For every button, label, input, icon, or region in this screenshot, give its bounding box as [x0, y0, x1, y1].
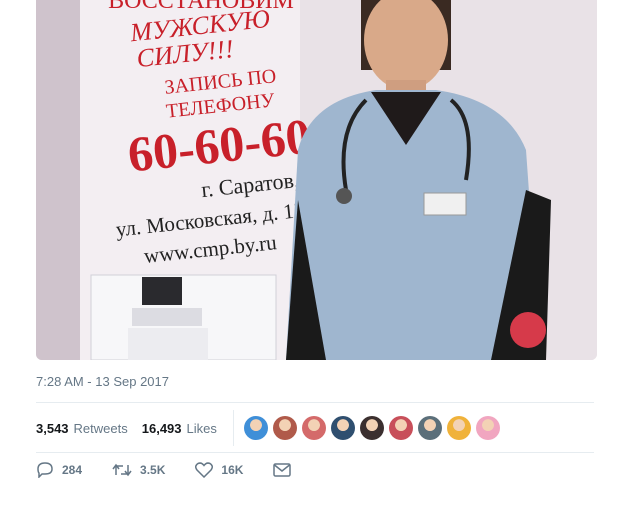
liker-avatar[interactable]	[388, 416, 413, 440]
envelope-icon	[273, 463, 292, 477]
liker-avatar[interactable]	[330, 416, 355, 440]
retweet-count: 3.5K	[140, 463, 166, 477]
liker-avatar[interactable]	[272, 416, 297, 440]
reply-icon	[37, 462, 53, 478]
liker-avatar[interactable]	[446, 416, 471, 440]
stats-separator	[232, 410, 234, 446]
liker-avatar[interactable]	[359, 416, 384, 440]
likes-stat[interactable]: 16,493 Likes	[142, 421, 217, 436]
tweet-actions: 284 3.5K 16K	[36, 462, 329, 478]
ultrasound-machine	[90, 274, 277, 360]
reply-button[interactable]: 284	[36, 462, 82, 478]
tweet-stats: 3,543 Retweets 16,493 Likes	[36, 410, 505, 446]
likes-label: Likes	[186, 420, 217, 436]
retweet-button[interactable]: 3.5K	[112, 462, 165, 478]
liker-avatar[interactable]	[301, 416, 326, 440]
liker-avatar[interactable]	[475, 416, 500, 440]
divider-top	[36, 402, 594, 403]
retweets-stat[interactable]: 3,543 Retweets	[36, 421, 128, 436]
poster-image: ВОССТАНОВИМ МУЖСКУЮ СИЛУ!!! ЗАПИСЬ ПО ТЕ…	[36, 0, 597, 360]
retweets-count: 3,543	[36, 420, 69, 436]
tweet-photo[interactable]: ВОССТАНОВИМ МУЖСКУЮ СИЛУ!!! ЗАПИСЬ ПО ТЕ…	[36, 0, 597, 360]
reply-count: 284	[62, 463, 83, 477]
retweet-icon	[112, 463, 132, 477]
like-button[interactable]: 16K	[195, 462, 243, 478]
tweet-timestamp[interactable]: 7:28 AM - 13 Sep 2017	[36, 374, 169, 389]
liker-avatar[interactable]	[243, 416, 268, 440]
liker-avatar[interactable]	[417, 416, 442, 440]
retweets-label: Retweets	[73, 420, 128, 436]
heart-icon	[195, 462, 214, 478]
divider-bottom	[36, 452, 594, 453]
like-count: 16K	[221, 463, 244, 477]
liker-avatars	[243, 416, 505, 440]
likes-count: 16,493	[141, 420, 182, 436]
message-button[interactable]	[273, 463, 299, 477]
